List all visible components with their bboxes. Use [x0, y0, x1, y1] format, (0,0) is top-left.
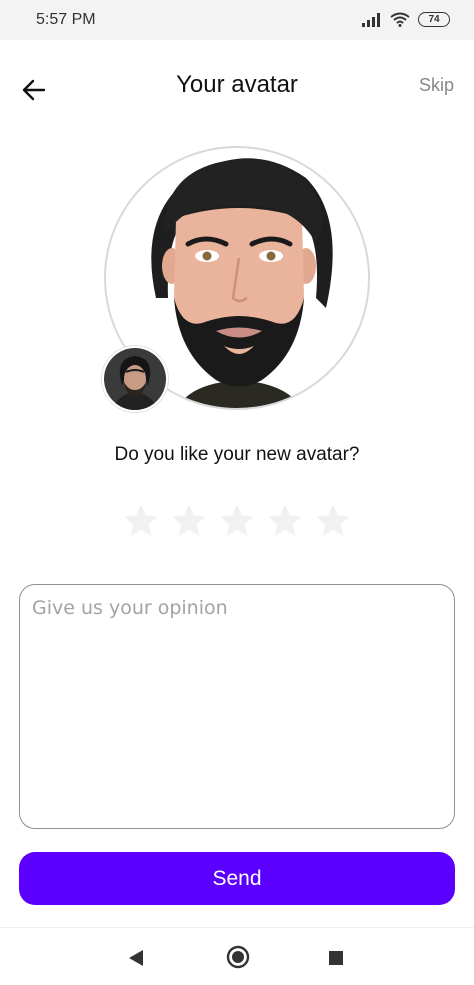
wifi-icon [390, 12, 410, 27]
system-nav-bar [0, 927, 474, 985]
opinion-field-container [19, 584, 455, 829]
back-button[interactable] [18, 74, 50, 106]
star-3-icon[interactable] [217, 501, 257, 541]
triangle-back-icon[interactable] [128, 949, 144, 967]
star-2-icon[interactable] [169, 501, 209, 541]
original-photo-thumbnail [102, 346, 168, 412]
star-5-icon[interactable] [313, 501, 353, 541]
page-title: Your avatar [176, 71, 298, 98]
square-recents-icon[interactable] [328, 950, 344, 966]
status-icons: 74 [362, 12, 450, 27]
battery-level: 74 [428, 14, 440, 25]
skip-button[interactable]: Skip [419, 75, 454, 96]
arrow-left-icon [22, 79, 46, 101]
opinion-field[interactable] [20, 585, 454, 828]
send-button[interactable]: Send [19, 852, 455, 905]
portrait-photo-icon [104, 348, 166, 410]
star-rating [121, 501, 353, 541]
status-time: 5:57 PM [36, 11, 96, 28]
star-4-icon[interactable] [265, 501, 305, 541]
status-bar: 5:57 PM 74 [0, 0, 474, 40]
signal-icon [362, 12, 380, 27]
circle-home-icon[interactable] [226, 945, 250, 969]
battery-icon: 74 [418, 12, 450, 27]
star-1-icon[interactable] [121, 501, 161, 541]
rating-question: Do you like your new avatar? [114, 444, 360, 465]
